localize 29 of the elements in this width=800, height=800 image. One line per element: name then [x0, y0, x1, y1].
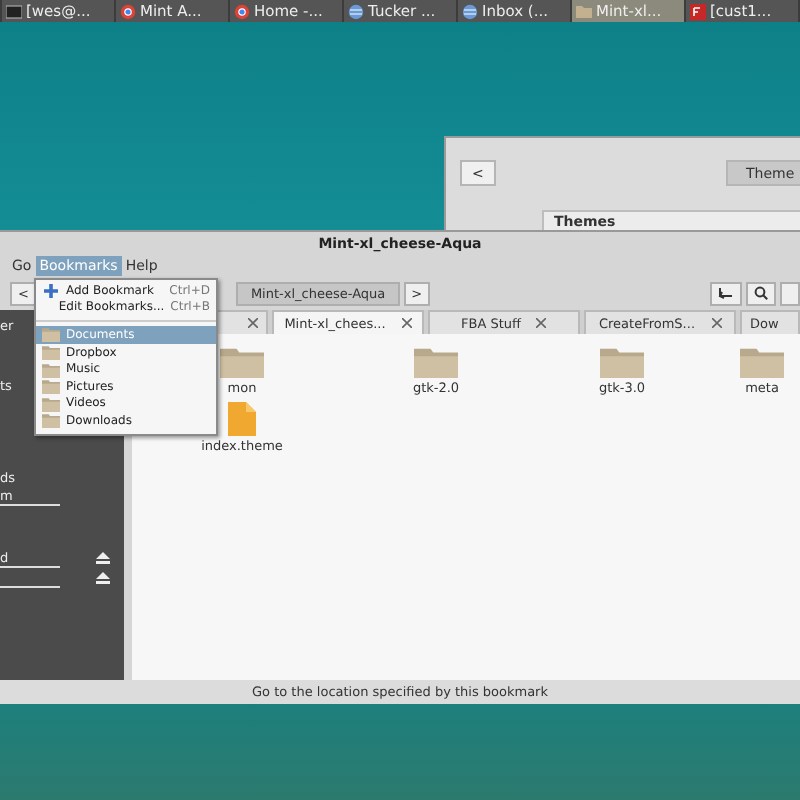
app-icon — [690, 3, 706, 19]
file-icon — [228, 402, 256, 436]
close-icon — [248, 318, 258, 328]
terminal-icon — [6, 3, 22, 19]
folder-icon — [600, 344, 644, 378]
folder-icon — [576, 3, 592, 19]
toggle-button[interactable] — [710, 281, 742, 305]
search-button[interactable] — [746, 281, 776, 305]
eject-icon — [96, 551, 110, 563]
folder-icon — [414, 344, 458, 378]
plus-icon — [44, 283, 58, 298]
eject-icon — [96, 571, 110, 583]
folder-icon — [42, 326, 60, 343]
folder-icon — [42, 344, 60, 361]
globe-icon — [462, 3, 478, 19]
search-icon — [754, 286, 768, 300]
close-icon — [711, 318, 722, 328]
folder-icon — [42, 361, 60, 378]
return-icon — [718, 286, 734, 300]
folder-icon — [42, 395, 60, 412]
browser-icon — [234, 3, 250, 19]
close-icon — [536, 318, 547, 328]
folder-icon — [42, 378, 60, 395]
folder-icon — [740, 344, 784, 378]
globe-icon — [348, 3, 364, 19]
folder-icon — [220, 344, 264, 378]
folder-icon — [42, 412, 60, 429]
close-icon — [401, 318, 412, 328]
browser-icon — [120, 3, 136, 19]
